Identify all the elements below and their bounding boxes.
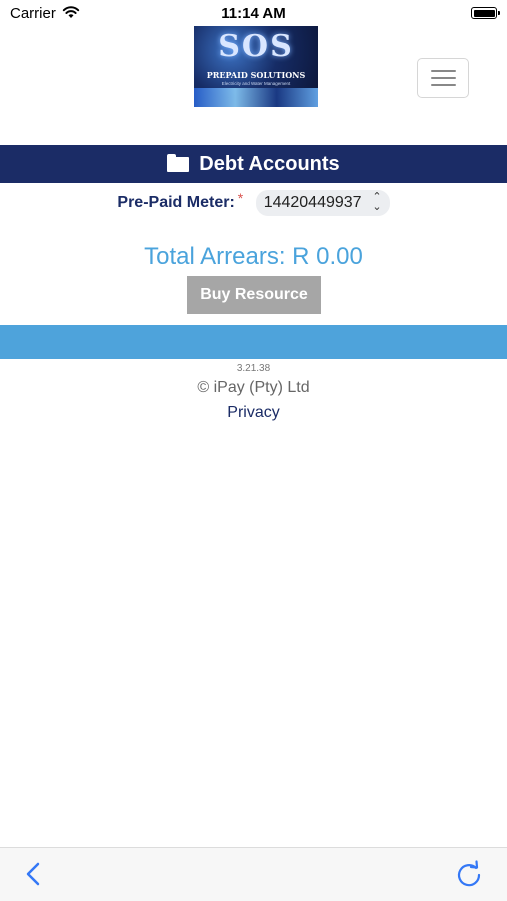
folder-icon: [167, 154, 190, 172]
sos-prepaid-logo: SOS PREPAID SOLUTIONS Electricity and Wa…: [194, 26, 318, 107]
buy-resource-button[interactable]: Buy Resource: [187, 276, 321, 314]
logo-lightning-graphic: [194, 88, 318, 107]
select-arrows-icon: ⌃ ⌄: [372, 191, 382, 213]
hamburger-menu-button[interactable]: [417, 58, 469, 98]
header-content: Debt Accounts: [0, 153, 507, 176]
status-bar: Carrier 11:14 AM: [0, 0, 507, 28]
app-version: 3.21.38: [236, 363, 271, 374]
menu-line: [431, 84, 456, 86]
battery-icon: [471, 7, 500, 19]
reload-icon[interactable]: [454, 859, 484, 889]
meter-label: Pre-Paid Meter:: [117, 194, 235, 211]
total-arrears: Total Arrears: R 0.00: [144, 243, 363, 270]
copyright-text: © iPay (Pty) Ltd: [197, 379, 310, 396]
clock: 11:14 AM: [221, 5, 286, 22]
menu-line: [431, 70, 456, 72]
privacy-link[interactable]: Privacy: [0, 404, 507, 422]
meter-select[interactable]: 14420449937 ⌃ ⌄: [255, 190, 390, 216]
footer-band: [0, 325, 507, 359]
logo-subtitle: PREPAID SOLUTIONS: [206, 70, 306, 80]
browser-toolbar: [0, 847, 507, 901]
page-title: Debt Accounts: [199, 153, 340, 175]
page-header: Debt Accounts: [0, 145, 507, 183]
meter-row: Pre-Paid Meter: * 14420449937 ⌃ ⌄: [0, 190, 507, 216]
meter-select-value: 14420449937: [263, 194, 362, 211]
chevron-left-icon[interactable]: [20, 860, 48, 888]
menu-line: [431, 77, 456, 79]
logo-title: SOS: [218, 29, 294, 64]
logo-tagline: Electricity and Water Management: [221, 81, 291, 86]
required-asterisk: *: [237, 190, 244, 206]
